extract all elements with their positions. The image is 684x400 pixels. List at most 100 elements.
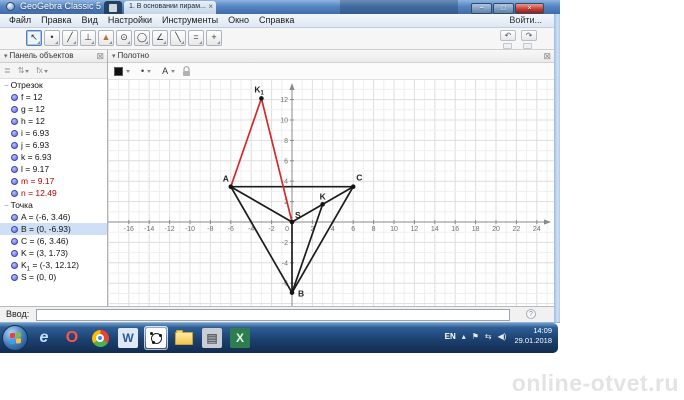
point-K1[interactable] [259, 96, 264, 101]
chevron-down-icon[interactable] [25, 70, 29, 75]
flag-icon[interactable]: ⚑ [472, 332, 479, 341]
label-style-icon[interactable]: A [162, 66, 168, 76]
algebra-item-S[interactable]: S = (0, 0) [0, 271, 107, 283]
geogebra-icon[interactable] [144, 326, 168, 350]
perpendicular-line-tool[interactable]: ⊥ [80, 30, 96, 46]
algebra-item-K1[interactable]: K1 = (-3, 12.12) [0, 259, 107, 271]
collapse-icon[interactable]: − [4, 201, 9, 210]
visibility-marble-icon[interactable] [11, 154, 18, 161]
visibility-marble-icon[interactable] [11, 250, 18, 257]
menu-item-3[interactable]: Настройки [103, 14, 157, 27]
menu-item-2[interactable]: Вид [77, 14, 103, 27]
hidden-icons-button[interactable]: ▴ [462, 332, 466, 341]
title-bar[interactable]: GeoGebra Classic 5 1. В основании пирам.… [0, 0, 560, 14]
graphics-close-icon[interactable]: ⊠ [543, 50, 551, 62]
chevron-down-icon[interactable] [44, 70, 48, 75]
menu-item-0[interactable]: Файл [4, 14, 36, 27]
circle-tool[interactable]: ⊙ [116, 30, 132, 46]
visibility-marble-icon[interactable] [11, 238, 18, 245]
point-A[interactable] [229, 184, 234, 189]
algebra-item-B[interactable]: B = (0, -6.93) [0, 223, 107, 235]
visibility-marble-icon[interactable] [11, 178, 18, 185]
collapse-caret-icon[interactable]: ▾ [0, 53, 10, 60]
visibility-marble-icon[interactable] [11, 214, 18, 221]
algebra-item-i[interactable]: i = 6.93 [0, 127, 107, 139]
opera-icon[interactable]: O [60, 326, 84, 350]
algebra-section-points[interactable]: −Точка [0, 199, 107, 211]
point-S[interactable] [290, 220, 295, 225]
redo-button[interactable]: ↷ [521, 30, 537, 41]
visibility-marble-icon[interactable] [11, 142, 18, 149]
menu-item-1[interactable]: Правка [36, 14, 76, 27]
maximize-button[interactable]: □ [493, 3, 514, 14]
algebra-item-K[interactable]: K = (3, 1.73) [0, 247, 107, 259]
excel-icon[interactable]: X [228, 326, 252, 350]
algebra-item-n[interactable]: n = 12.49 [0, 187, 107, 199]
graphics-canvas[interactable]: -16-14-12-10-8-6-4-202468101214161820222… [108, 80, 554, 306]
visibility-marble-icon[interactable] [11, 94, 18, 101]
minimize-button[interactable]: − [471, 3, 492, 14]
visibility-marble-icon[interactable] [11, 166, 18, 173]
menu-item-4[interactable]: Инструменты [157, 14, 223, 27]
browser-tab[interactable]: 1. В основании пирам... × [124, 1, 216, 14]
algebra-item-k[interactable]: k = 6.93 [0, 151, 107, 163]
collapse-icon[interactable]: − [4, 81, 9, 90]
internet-explorer-icon[interactable]: e [32, 326, 56, 350]
point-K[interactable] [320, 202, 325, 207]
lock-icon[interactable] [182, 66, 191, 77]
visibility-marble-icon[interactable] [11, 106, 18, 113]
word-icon[interactable]: W [116, 326, 140, 350]
browser-pinned-tab[interactable] [104, 1, 122, 14]
visibility-marble-icon[interactable] [11, 274, 18, 281]
visibility-marble-icon[interactable] [11, 118, 18, 125]
algebra-section-segments[interactable]: −Отрезок [0, 79, 107, 91]
chevron-down-icon[interactable] [126, 70, 130, 75]
network-icon[interactable]: ⇆ [485, 332, 492, 341]
line-tool[interactable]: ╱ [62, 30, 78, 46]
menu-item-6[interactable]: Справка [254, 14, 299, 27]
reflection-tool[interactable]: ╲ [170, 30, 186, 46]
input-help-button[interactable]: ? [526, 309, 536, 319]
help-mini-button[interactable] [503, 43, 512, 49]
chevron-down-icon[interactable] [147, 70, 151, 75]
visibility-marble-icon[interactable] [11, 190, 18, 197]
algebra-item-C[interactable]: C = (6, 3.46) [0, 235, 107, 247]
layout-mini-button[interactable] [523, 43, 532, 49]
explorer-folder-icon[interactable] [172, 326, 196, 350]
algebra-item-h[interactable]: h = 12 [0, 115, 107, 127]
sort-icon[interactable]: ⇅ [18, 66, 30, 75]
language-indicator[interactable]: EN [445, 332, 456, 341]
segment-m[interactable] [231, 98, 262, 186]
collapse-caret-icon[interactable]: ▾ [108, 53, 118, 60]
start-button[interactable] [2, 325, 28, 351]
algebra-item-j[interactable]: j = 6.93 [0, 139, 107, 151]
polygon-tool[interactable]: ▲ [98, 30, 114, 46]
algebra-close-icon[interactable]: ⊠ [96, 50, 104, 62]
fx-icon[interactable]: fx [36, 66, 47, 75]
algebra-item-A[interactable]: A = (-6, 3.46) [0, 211, 107, 223]
visibility-marble-icon[interactable] [11, 226, 18, 233]
conic-tool[interactable]: ◯ [134, 30, 150, 46]
notes-icon[interactable]: ▤ [200, 326, 224, 350]
visibility-marble-icon[interactable] [11, 130, 18, 137]
visibility-marble-icon[interactable] [11, 262, 18, 269]
chrome-icon[interactable] [88, 326, 112, 350]
slider-tool[interactable]: = [188, 30, 204, 46]
move-graphics-tool[interactable]: + [206, 30, 222, 46]
close-button[interactable]: × [515, 3, 544, 14]
algebra-item-f[interactable]: f = 12 [0, 91, 107, 103]
login-link[interactable]: Войти... [509, 14, 542, 27]
point-style-icon[interactable]: • [141, 66, 144, 76]
volume-icon[interactable]: ◀) [498, 332, 507, 341]
algebra-item-m[interactable]: m = 9.17 [0, 175, 107, 187]
point-B[interactable] [290, 290, 295, 295]
point-tool[interactable]: • [44, 30, 60, 46]
angle-tool[interactable]: ∠ [152, 30, 168, 46]
algebra-item-l[interactable]: l = 9.17 [0, 163, 107, 175]
clock[interactable]: 14:09 29.01.2018 [514, 326, 554, 346]
undo-button[interactable]: ↶ [500, 30, 516, 41]
list-style-icon[interactable]: ≣ [4, 66, 11, 75]
chevron-down-icon[interactable] [171, 70, 175, 75]
algebra-input-field[interactable] [36, 309, 510, 321]
algebra-item-g[interactable]: g = 12 [0, 103, 107, 115]
